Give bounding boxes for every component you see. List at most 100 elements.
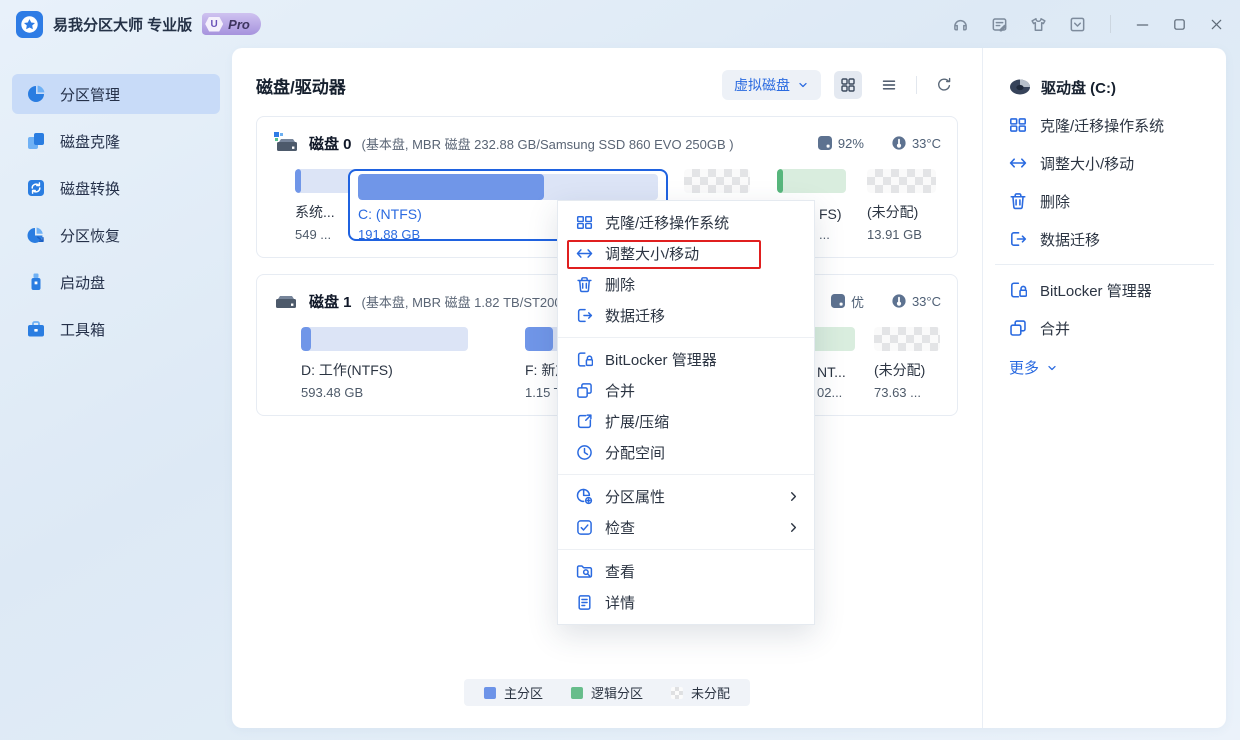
panel-item-resize-move[interactable]: 调整大小/移动: [983, 144, 1226, 182]
partition-labels: D: 工作(NTFS) 593.48 GB: [301, 360, 468, 400]
tshirt-theme-icon[interactable]: [1030, 16, 1047, 33]
close-button[interactable]: [1209, 17, 1224, 32]
menu-item-view[interactable]: 查看: [558, 556, 814, 587]
menu-item-label: 数据迁移: [605, 305, 665, 326]
menu-item-label: 删除: [605, 274, 635, 295]
partition-labels: FS) ...: [819, 206, 842, 242]
partition-(未分配)[interactable]: (未分配) 13.91 GB: [867, 169, 936, 242]
legend-item-unallocated: 未分配: [671, 683, 730, 702]
refresh-button[interactable]: [930, 71, 958, 99]
menu-item-delete[interactable]: 删除: [558, 269, 814, 300]
delete-icon: [1009, 192, 1027, 210]
thermometer-icon: [892, 294, 906, 308]
panel-item-label: 数据迁移: [1040, 229, 1100, 250]
menu-item-data-migration[interactable]: 数据迁移: [558, 300, 814, 331]
minimize-button[interactable]: [1135, 17, 1150, 32]
disk-filter-label: 虚拟磁盘: [734, 75, 790, 95]
menu-item-partition-properties[interactable]: 分区属性: [558, 481, 814, 512]
menu-item-label: 分区属性: [605, 486, 665, 507]
delete-icon: [576, 276, 593, 293]
sidebar-item-label: 分区管理: [60, 84, 120, 105]
sidebar-item-boot[interactable]: 启动盘: [12, 262, 220, 302]
widget-icon[interactable]: [1069, 16, 1086, 33]
sidebar-item-clone[interactable]: 磁盘克隆: [12, 121, 220, 161]
toolbar: 虚拟磁盘: [722, 70, 958, 100]
right-action-panel: 驱动盘 (C:) 克隆/迁移操作系统 调整大小/移动 删除 数据迁移 BitLo…: [983, 48, 1226, 728]
sidebar-item-label: 工具箱: [60, 319, 105, 340]
sidebar-item-pie[interactable]: 分区管理: [12, 74, 220, 114]
menu-item-bitlocker[interactable]: BitLocker 管理器: [558, 344, 814, 375]
more-label: 更多: [1009, 357, 1039, 378]
partition-FS)[interactable]: FS) ...: [777, 169, 846, 193]
menu-divider: [558, 337, 814, 338]
sidebar: 分区管理 磁盘克隆 磁盘转换 分区恢复 启动盘 工具箱: [0, 48, 232, 740]
partition-bar: [358, 174, 658, 200]
sidebar-item-label: 启动盘: [60, 272, 105, 293]
panel-item-merge[interactable]: 合并: [983, 309, 1226, 347]
thermometer-icon: [892, 136, 906, 150]
list-view-button[interactable]: [875, 71, 903, 99]
disk-health: 优: [831, 292, 864, 311]
partition-(未分配)[interactable]: (未分配) 73.63 ...: [874, 327, 940, 400]
legend-item-primary: 主分区: [484, 683, 543, 702]
sidebar-item-toolbox[interactable]: 工具箱: [12, 309, 220, 349]
menu-item-merge[interactable]: 合并: [558, 375, 814, 406]
menu-item-details[interactable]: 详情: [558, 587, 814, 618]
check-icon: [576, 519, 593, 536]
menu-item-resize-move[interactable]: 调整大小/移动: [558, 238, 814, 269]
feedback-icon[interactable]: [991, 16, 1008, 33]
menu-item-label: 查看: [605, 561, 635, 582]
legend-label: 主分区: [504, 683, 543, 702]
disk-temperature: 33°C: [892, 136, 941, 151]
disk-icon: [273, 288, 299, 314]
maximize-button[interactable]: [1172, 17, 1187, 32]
toolbox-icon: [26, 319, 46, 339]
drive-icon: [1009, 78, 1031, 96]
sidebar-item-recover[interactable]: 分区恢复: [12, 215, 220, 255]
legend-swatch-logical: [571, 687, 583, 699]
disk-icon: [273, 130, 299, 156]
menu-item-label: 合并: [605, 380, 635, 401]
view-icon: [576, 563, 593, 580]
panel-item-label: 合并: [1040, 318, 1070, 339]
more-button[interactable]: 更多: [983, 347, 1226, 378]
pie-icon: [26, 84, 46, 104]
pro-badge: U Pro: [202, 13, 261, 35]
panel-item-clone-os[interactable]: 克隆/迁移操作系统: [983, 106, 1226, 144]
titlebar-separator: [1110, 15, 1111, 33]
sidebar-item-convert[interactable]: 磁盘转换: [12, 168, 220, 208]
grid-view-button[interactable]: [834, 71, 862, 99]
partition-used: [525, 327, 553, 351]
panel-item-delete[interactable]: 删除: [983, 182, 1226, 220]
disk-filter-dropdown[interactable]: 虚拟磁盘: [722, 70, 821, 100]
panel-item-bitlocker[interactable]: BitLocker 管理器: [983, 271, 1226, 309]
panel-item-data-migration[interactable]: 数据迁移: [983, 220, 1226, 258]
menu-item-label: 调整大小/移动: [605, 243, 699, 264]
health-icon: [831, 294, 845, 308]
partition-labels: NT... 02...: [817, 364, 846, 400]
partition-legend: 主分区 逻辑分区 未分配: [464, 679, 750, 706]
menu-item-clone-os[interactable]: 克隆/迁移操作系统: [558, 207, 814, 238]
menu-item-check[interactable]: 检查: [558, 512, 814, 543]
disk-stats: 92% 33°C: [818, 136, 941, 151]
bitlocker-icon: [576, 351, 593, 368]
partition-properties-icon: [576, 488, 593, 505]
partition-used: [358, 174, 544, 200]
menu-item-label: 扩展/压缩: [605, 411, 669, 432]
menu-item-extend-shrink[interactable]: 扩展/压缩: [558, 406, 814, 437]
partition-D-工作(NTFS)[interactable]: D: 工作(NTFS) 593.48 GB: [301, 327, 468, 400]
selected-drive-title: 驱动盘 (C:): [1041, 77, 1116, 98]
legend-swatch-unallocated: [671, 687, 683, 699]
chevron-down-icon: [797, 79, 809, 91]
panel-divider: [995, 264, 1214, 265]
legend-label: 未分配: [691, 683, 730, 702]
disk-temp-value: 33°C: [912, 136, 941, 151]
clone-icon: [26, 131, 46, 151]
grid-view-icon: [840, 77, 856, 93]
merge-icon: [576, 382, 593, 399]
data-migration-icon: [1009, 230, 1027, 248]
headset-icon[interactable]: [952, 16, 969, 33]
convert-icon: [26, 178, 46, 198]
partition-unallocated[interactable]: [684, 169, 750, 193]
menu-item-allocate-space[interactable]: 分配空间: [558, 437, 814, 468]
